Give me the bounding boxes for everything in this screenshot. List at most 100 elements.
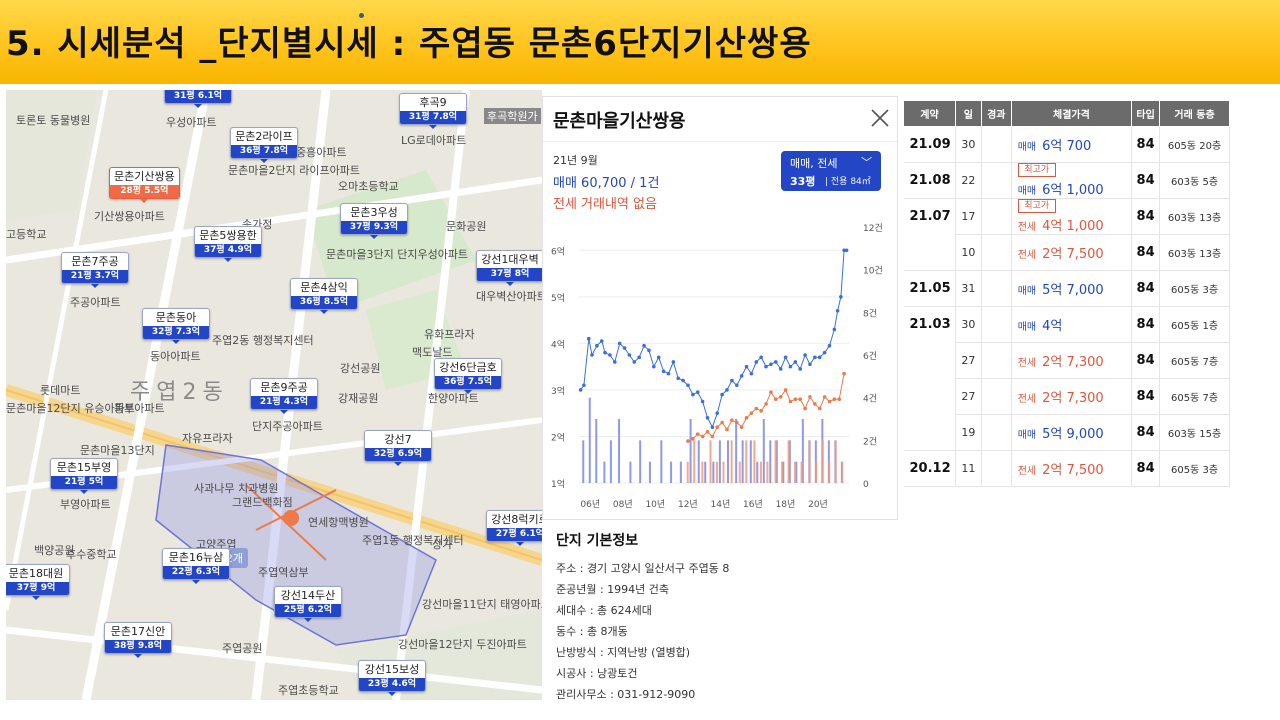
price-cell: 최고가 전세 4억 1,000 xyxy=(1011,198,1133,235)
apartment-pin[interactable]: 문촌4삼익 36평 8.5억 xyxy=(290,278,358,314)
title-dot xyxy=(359,13,364,18)
sale-volume-bar xyxy=(660,440,663,483)
apartment-pin[interactable]: 문촌3우성 37평 9.3억 xyxy=(340,203,408,239)
sale-volume-bar xyxy=(595,419,598,483)
apartment-pin[interactable]: 강선15보성 23평 4.6억 xyxy=(358,660,426,696)
data-point xyxy=(734,383,739,388)
data-point xyxy=(754,360,759,364)
table-row[interactable]: 21.03 30 매매 4억 84 605동 1층 xyxy=(903,306,1230,451)
data-point xyxy=(842,371,846,376)
apartment-pin[interactable]: 문촌16뉴삼 22평 6.3억 xyxy=(162,548,230,584)
data-point xyxy=(700,434,705,439)
data-point xyxy=(808,362,812,367)
table-row[interactable]: 21.08 22 최고가 매매 6억 1,000 84 603동 5층 xyxy=(903,162,1230,199)
sale-volume-bar xyxy=(756,461,759,483)
jeonse-volume-bar xyxy=(815,461,818,483)
data-point xyxy=(764,364,768,369)
panel-divider xyxy=(543,141,897,142)
apartment-pin[interactable]: 문촌17신안 38평 9.8억 xyxy=(104,622,172,658)
data-point xyxy=(586,336,591,341)
latest-date: 21년 9월 xyxy=(553,154,598,167)
data-point xyxy=(803,353,807,357)
table-row[interactable]: 21.09 30 매매 6억 700 84 605동 20층 xyxy=(903,126,1230,163)
info-title: 단지 기본정보 xyxy=(556,533,639,549)
unit-cell: 603동 13층 xyxy=(1159,198,1230,235)
apartment-pin[interactable]: 후곡9 31평 7.8억 xyxy=(399,93,467,129)
table-row[interactable]: 20.12 11 전세 2억 7,500 84 605동 3층 xyxy=(903,450,1230,487)
data-point xyxy=(595,343,599,348)
data-point xyxy=(793,397,798,402)
apartment-pin[interactable]: 31평 6.1억 xyxy=(164,90,232,108)
col-day: 일 xyxy=(954,100,982,127)
jeonse-volume-bar xyxy=(716,461,718,483)
col-elapsed: 경과 xyxy=(980,100,1012,127)
x-tick-label: 06년 xyxy=(580,499,600,510)
data-point xyxy=(793,360,798,364)
apartment-pin[interactable]: 강선6단금호 36평 7.5억 xyxy=(434,358,502,394)
data-point xyxy=(686,439,690,443)
apartment-pin-selected[interactable]: 문촌기산쌍용 28평 5.5억 xyxy=(109,167,180,203)
sale-volume-bar xyxy=(679,461,682,483)
table-row[interactable]: 21.07 17 최고가 전세 4억 1,000 84 603동 13층 xyxy=(903,198,1230,271)
trade-amount: 4억 xyxy=(1042,319,1063,334)
close-icon[interactable] xyxy=(869,107,891,129)
jeonse-volume-bar xyxy=(781,461,784,483)
map-label: 주엽공원 xyxy=(222,642,263,655)
data-point xyxy=(599,339,604,343)
map-label: 문촌마을3단지 단지우성아파트 xyxy=(326,248,469,261)
trade-kind: 매매 xyxy=(1017,322,1037,333)
map-label: 문촌마을2단지 라이프아파트 xyxy=(228,164,360,177)
price-chart[interactable]: 1억 2억 3억 4억 5억 6억 0 2건 4건 6건 8건 10건 12건 06년 08년 10년 12년 1… xyxy=(543,215,897,515)
elapsed-cell xyxy=(981,414,1012,451)
apartment-pin[interactable]: 강선8럭키로27평 6.1억 xyxy=(486,510,542,546)
data-point xyxy=(720,420,724,425)
apartment-pin[interactable]: 강선7 32평 6.9억 xyxy=(364,430,432,466)
col-price: 체결가격 xyxy=(1010,100,1133,127)
data-point xyxy=(715,425,720,429)
apartment-pin[interactable]: 문촌15부영 21평 5억 xyxy=(50,458,118,494)
map-label: 주엽2동 행정복지센터 xyxy=(212,334,314,347)
apartment-pin[interactable]: 강선14두산 25평 6.2억 xyxy=(274,586,342,622)
jeonse-volume-bar xyxy=(753,440,756,483)
data-point xyxy=(686,383,690,388)
col-type: 타입 xyxy=(1131,100,1161,127)
sale-volume-bar xyxy=(689,419,692,483)
data-point xyxy=(803,406,807,411)
map-label: 후수중학교 xyxy=(66,548,117,561)
contract-day: 10 xyxy=(955,234,982,271)
data-point xyxy=(759,355,763,360)
y-left-tick-label: 3억 xyxy=(551,385,565,397)
jeonse-volume-bar xyxy=(841,461,844,483)
jeonse-volume-bar xyxy=(730,440,733,483)
table-row[interactable]: 21.05 31 매매 5억 7,000 84 605동 3층 xyxy=(903,270,1230,307)
apartment-pin[interactable]: 문촌2라이프 36평 7.8억 xyxy=(230,127,298,163)
trade-kind: 매매 xyxy=(1017,430,1037,441)
filter-type: 매매, 전세 xyxy=(790,157,838,170)
x-tick-label: 18년 xyxy=(776,499,796,510)
trade-kind: 전세 xyxy=(1017,358,1037,369)
map-label: 강선마을12단지 두진아파트 xyxy=(398,638,527,651)
apartment-pin[interactable]: 문촌9주공 21평 4.3억 xyxy=(250,378,318,414)
elapsed-cell xyxy=(981,342,1012,379)
apartment-pin[interactable]: 강선1대우벽 37평 8억 xyxy=(476,250,542,286)
data-point xyxy=(798,397,803,402)
apartment-pin[interactable]: 문촌5쌍용한 37평 4.9억 xyxy=(194,226,262,262)
trade-filter-button[interactable]: 매매, 전세 ﹀ 33평 | 전용 84㎡ xyxy=(781,151,881,191)
map-view[interactable]: 토론토 동물병원 우성아파트 후곡학원가 LG로데아파트 문촌마을2단지 라이프… xyxy=(6,90,542,700)
apartment-pin[interactable]: 문촌7주공 21평 3.7억 xyxy=(61,252,129,288)
y-right-tick-label: 6건 xyxy=(863,351,877,362)
jeonse-volume-bar xyxy=(794,461,797,483)
data-point xyxy=(730,378,734,383)
elapsed-cell xyxy=(981,378,1012,415)
price-cell: 매매 4억 xyxy=(1011,306,1133,343)
data-point xyxy=(749,371,754,376)
map-label: 상가 xyxy=(432,538,453,551)
contract-month: 21.08 xyxy=(903,162,956,199)
data-point xyxy=(647,348,651,353)
map-label: 오마초등학교 xyxy=(338,180,399,193)
apartment-pin[interactable]: 문촌동아 32평 7.3억 xyxy=(142,308,210,344)
data-point xyxy=(827,399,832,404)
unit-cell: 605동 20층 xyxy=(1159,126,1230,163)
data-point xyxy=(590,353,594,357)
apartment-pin[interactable]: 문촌18대원 37평 9억 xyxy=(6,564,70,600)
